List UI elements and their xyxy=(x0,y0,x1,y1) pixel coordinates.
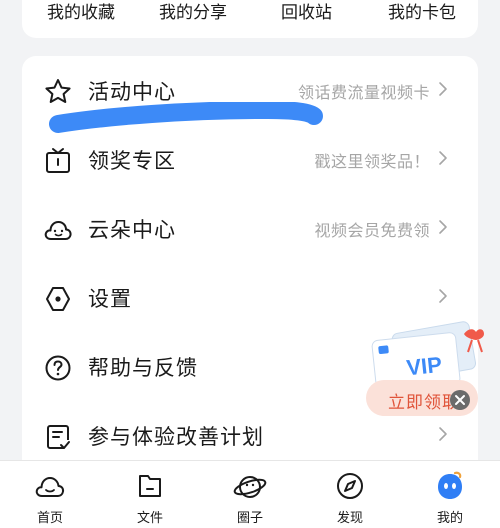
menu-item-label: 帮助与反馈 xyxy=(88,356,198,380)
menu-item-label: 参与体验改善计划 xyxy=(88,425,264,449)
compass-icon xyxy=(333,469,367,503)
vip-promo[interactable]: VIP 立即领取 xyxy=(360,318,490,418)
vip-badge-text: VIP xyxy=(405,352,443,381)
quick-link-recycle-bin[interactable]: 回收站 xyxy=(281,0,332,23)
chevron-right-icon xyxy=(438,288,448,304)
tab-label: 圈子 xyxy=(236,511,263,526)
tab-label: 发现 xyxy=(336,511,363,526)
menu-item-label: 领奖专区 xyxy=(88,149,176,173)
settings-icon xyxy=(42,283,74,315)
clipboard-icon xyxy=(42,421,74,453)
chevron-right-icon xyxy=(438,150,448,166)
menu-item-label: 云朵中心 xyxy=(88,218,176,242)
quick-links-card: 我的收藏 我的分享 回收站 我的卡包 xyxy=(22,0,478,38)
chevron-right-icon xyxy=(438,426,448,442)
help-icon xyxy=(42,352,74,384)
chevron-right-icon xyxy=(438,219,448,235)
tab-label: 文件 xyxy=(136,511,163,526)
quick-link-favorites[interactable]: 我的收藏 xyxy=(47,0,115,23)
tab-label: 首页 xyxy=(36,511,63,526)
tab-me[interactable]: 我的 xyxy=(400,461,500,528)
tab-label: 我的 xyxy=(436,511,463,526)
quick-link-card-wallet[interactable]: 我的卡包 xyxy=(388,0,456,23)
folder-icon xyxy=(133,469,167,503)
redaction-scribble xyxy=(49,102,323,133)
profile-avatar-icon xyxy=(433,469,467,503)
close-icon[interactable] xyxy=(450,390,470,410)
menu-item-hint: 戳这里领奖品！ xyxy=(314,152,430,171)
planet-icon xyxy=(233,469,267,503)
menu-item-label: 设置 xyxy=(88,287,132,311)
menu-item-hint: 领话费流量视频卡 xyxy=(297,83,430,102)
bottom-tab-bar: 首页 文件 圈子 发现 我的 xyxy=(0,460,500,528)
tv-icon xyxy=(42,145,74,177)
cloud-icon xyxy=(42,214,74,246)
tab-discover[interactable]: 发现 xyxy=(300,461,400,528)
menu-item-cloud-center[interactable]: 云朵中心 视频会员免费领 xyxy=(22,194,478,263)
tab-circle[interactable]: 圈子 xyxy=(200,461,300,528)
quick-link-shares[interactable]: 我的分享 xyxy=(159,0,227,23)
menu-item-hint: 视频会员免费领 xyxy=(314,221,430,240)
chevron-right-icon xyxy=(438,81,448,97)
tab-home[interactable]: 首页 xyxy=(0,461,100,528)
home-cloud-icon xyxy=(33,469,67,503)
tab-files[interactable]: 文件 xyxy=(100,461,200,528)
